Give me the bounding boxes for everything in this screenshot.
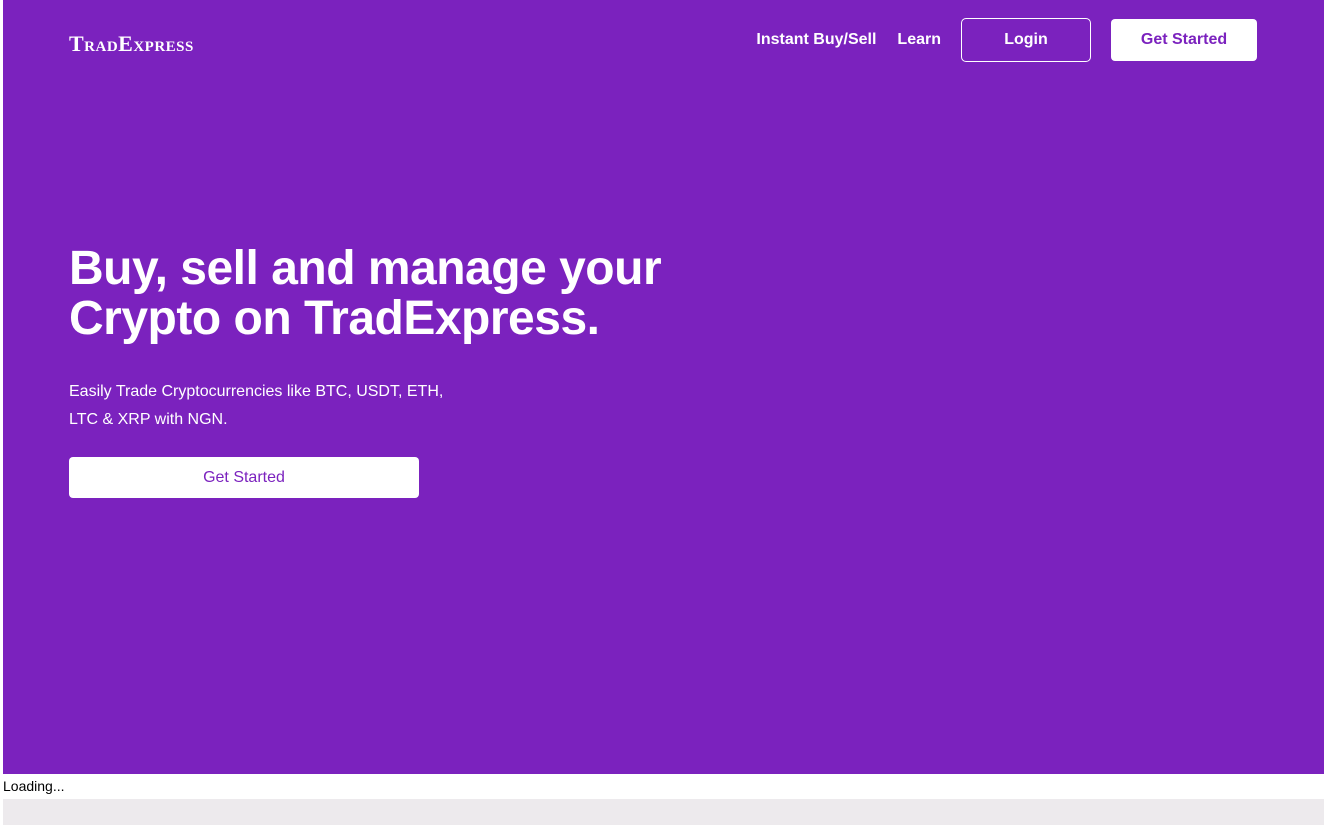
- hero-get-started-button[interactable]: Get Started: [69, 457, 419, 498]
- login-button[interactable]: Login: [961, 18, 1091, 62]
- bottom-bar: [3, 799, 1324, 825]
- nav-get-started-button[interactable]: Get Started: [1111, 19, 1257, 61]
- nav-instant-buy-sell-link[interactable]: Instant Buy/Sell: [756, 31, 876, 49]
- hero-headline: Buy, sell and manage your Crypto on Trad…: [69, 242, 662, 345]
- top-nav: Instant Buy/Sell Learn Login Get Started: [756, 18, 1257, 62]
- loading-text: Loading...: [3, 778, 65, 794]
- hero-section: TradExpress Instant Buy/Sell Learn Login…: [3, 0, 1324, 774]
- hero-subtext: Easily Trade Cryptocurrencies like BTC, …: [69, 383, 444, 428]
- brand-logo[interactable]: TradExpress: [69, 30, 194, 58]
- nav-learn-link[interactable]: Learn: [897, 31, 941, 49]
